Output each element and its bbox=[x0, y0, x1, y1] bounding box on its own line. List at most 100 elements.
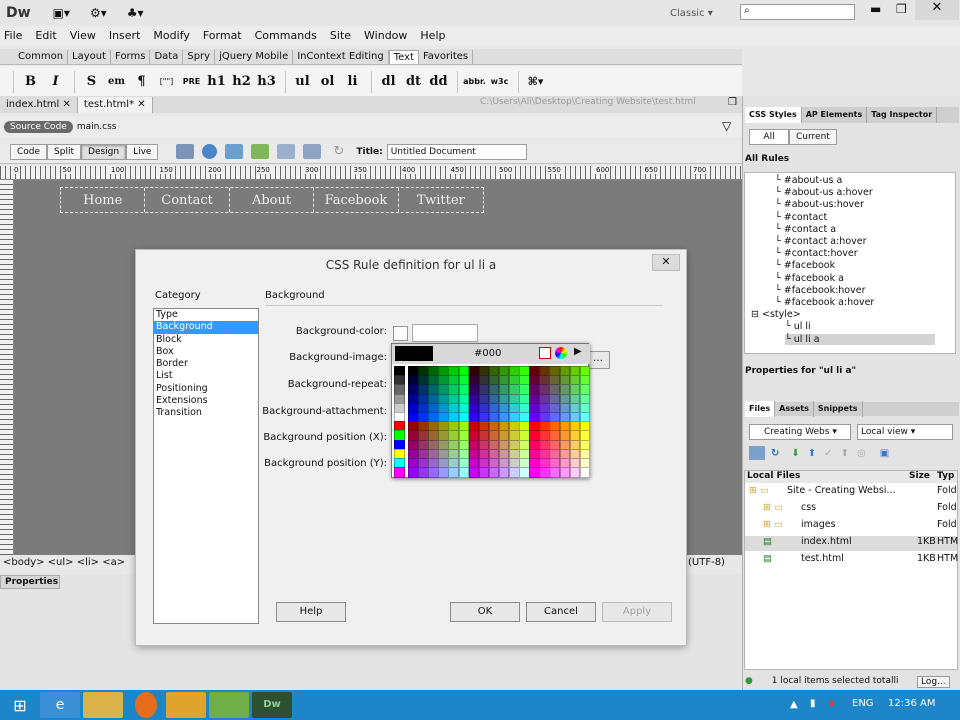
blockquote-button[interactable]: [""] bbox=[155, 77, 178, 86]
color-swatch[interactable] bbox=[488, 467, 500, 478]
lang-indicator[interactable]: ENG bbox=[852, 698, 874, 709]
nav-facebook[interactable]: Facebook bbox=[314, 188, 399, 212]
file-management-icon[interactable] bbox=[225, 144, 244, 159]
network-icon[interactable]: ▮ bbox=[810, 698, 816, 709]
browser-compat-icon[interactable] bbox=[303, 144, 322, 159]
italic-button[interactable]: I bbox=[44, 74, 67, 89]
ol-button[interactable]: ol bbox=[316, 74, 339, 89]
color-swatch[interactable] bbox=[519, 467, 530, 478]
visual-aids-icon[interactable] bbox=[277, 144, 296, 159]
color-swatch[interactable] bbox=[549, 467, 560, 478]
gear-icon[interactable]: ⚙▾ bbox=[90, 6, 107, 20]
no-color-icon[interactable] bbox=[539, 347, 551, 359]
dreamweaver-icon[interactable]: Dw bbox=[252, 692, 292, 718]
refresh-icon[interactable]: ↻ bbox=[333, 144, 344, 159]
filter-icon[interactable]: ▽ bbox=[722, 119, 731, 133]
ie-icon[interactable]: e bbox=[40, 692, 80, 718]
css-rule-item[interactable]: └ #about-us a bbox=[775, 175, 842, 186]
code-view-button[interactable]: Code bbox=[10, 143, 48, 160]
explorer-icon[interactable] bbox=[83, 692, 123, 718]
w3c-validation-icon[interactable] bbox=[251, 144, 270, 159]
css-rule-item[interactable]: └ #contact a:hover bbox=[775, 236, 867, 247]
view-select[interactable]: Local view ▾ bbox=[857, 424, 953, 440]
tab-tag-inspector[interactable]: Tag Inspector bbox=[867, 107, 938, 123]
css-rule-item[interactable]: └ ul li a bbox=[785, 333, 935, 345]
restore-doc-icon[interactable]: ❐ bbox=[728, 97, 737, 108]
menu-edit[interactable]: Edit bbox=[35, 29, 56, 42]
color-swatch[interactable] bbox=[529, 467, 540, 478]
nav-about[interactable]: About bbox=[230, 188, 315, 212]
color-swatch[interactable] bbox=[498, 467, 510, 478]
category-positioning[interactable]: Positioning bbox=[154, 383, 258, 395]
start-icon[interactable]: ⊞ bbox=[0, 691, 40, 719]
system-color-picker-icon[interactable] bbox=[555, 347, 567, 359]
category-border[interactable]: Border bbox=[154, 358, 258, 370]
css-rule-item[interactable]: └ #about-us:hover bbox=[775, 199, 864, 210]
menu-site[interactable]: Site bbox=[330, 29, 351, 42]
site-icon[interactable]: ♣▾ bbox=[127, 6, 144, 20]
close-button[interactable]: ✕ bbox=[915, 0, 959, 20]
category-type[interactable]: Type bbox=[154, 309, 258, 321]
tab-css-styles[interactable]: CSS Styles bbox=[745, 107, 802, 123]
insert-tab-data[interactable]: Data bbox=[150, 49, 184, 64]
close-icon[interactable]: ✕ bbox=[63, 99, 71, 110]
acronym-button[interactable]: w3c bbox=[488, 77, 511, 86]
col-size[interactable]: Size bbox=[909, 471, 930, 481]
category-list-item[interactable]: List bbox=[154, 370, 258, 382]
h2-button[interactable]: h2 bbox=[230, 74, 253, 89]
color-swatch[interactable] bbox=[509, 467, 520, 478]
nav-menu[interactable]: Home Contact About Facebook Twitter bbox=[60, 187, 484, 213]
characters-dropdown-icon[interactable]: ⌘▾ bbox=[524, 75, 547, 88]
split-view-button[interactable]: Split bbox=[47, 143, 82, 160]
all-rules-button[interactable]: All bbox=[749, 129, 789, 145]
help-button[interactable]: Help bbox=[276, 602, 346, 622]
ok-button[interactable]: OK bbox=[450, 602, 520, 622]
tab-assets[interactable]: Assets bbox=[775, 401, 814, 417]
preview-browser-icon[interactable] bbox=[202, 144, 218, 159]
color-swatch[interactable] bbox=[569, 467, 581, 478]
css-rule-item[interactable]: └ #facebook a:hover bbox=[775, 297, 874, 308]
design-view-button[interactable]: Design bbox=[81, 143, 127, 160]
category-box[interactable]: Box bbox=[154, 346, 258, 358]
tag-path[interactable]: <body> <ul> <li> <a> bbox=[3, 557, 125, 568]
restore-button[interactable]: ❐ bbox=[896, 2, 907, 16]
category-block[interactable]: Block bbox=[154, 334, 258, 346]
close-icon[interactable]: ✕ bbox=[652, 254, 680, 271]
workspace-switcher[interactable]: Classic ▾ bbox=[670, 8, 713, 19]
layout-icon[interactable]: ▣▾ bbox=[53, 6, 70, 20]
menu-commands[interactable]: Commands bbox=[255, 29, 317, 42]
file-row[interactable]: ⊞ ▭ css Fold bbox=[745, 502, 957, 517]
bold-button[interactable]: B bbox=[19, 74, 42, 89]
color-swatch[interactable] bbox=[394, 467, 405, 478]
color-swatch[interactable] bbox=[408, 467, 419, 478]
color-swatch[interactable] bbox=[539, 467, 550, 478]
media-icon[interactable] bbox=[166, 692, 206, 718]
menu-format[interactable]: Format bbox=[203, 29, 242, 42]
css-rule-item[interactable]: └ #about-us a:hover bbox=[775, 187, 873, 198]
li-button[interactable]: li bbox=[341, 74, 364, 89]
file-row[interactable]: ▤ index.html 1KB HTM bbox=[745, 536, 958, 551]
menu-view[interactable]: View bbox=[70, 29, 96, 42]
css-rule-item[interactable]: ⊟ <style> bbox=[751, 309, 801, 320]
menu-help[interactable]: Help bbox=[420, 29, 445, 42]
css-rule-item[interactable]: └ #contact:hover bbox=[775, 248, 858, 259]
menu-file[interactable]: File bbox=[4, 29, 22, 42]
site-select[interactable]: Creating Webs ▾ bbox=[749, 424, 851, 440]
source-code-button[interactable]: Source Code bbox=[4, 121, 73, 133]
dt-button[interactable]: dt bbox=[402, 74, 425, 89]
col-local-files[interactable]: Local Files bbox=[747, 471, 800, 481]
connect-icon[interactable] bbox=[749, 446, 765, 460]
nav-contact[interactable]: Contact bbox=[145, 188, 230, 212]
insert-tab-jquery-mobile[interactable]: jQuery Mobile bbox=[215, 49, 294, 64]
em-button[interactable]: em bbox=[105, 76, 128, 87]
h3-button[interactable]: h3 bbox=[255, 74, 278, 89]
cancel-button[interactable]: Cancel bbox=[526, 602, 596, 622]
insert-tab-incontext[interactable]: InContext Editing bbox=[293, 49, 389, 64]
color-swatch[interactable] bbox=[458, 467, 470, 478]
css-rule-item[interactable]: └ #facebook:hover bbox=[775, 285, 866, 296]
get-files-icon[interactable]: ⬇ bbox=[791, 448, 799, 459]
flag-icon[interactable]: ▪ bbox=[828, 698, 835, 709]
properties-tab[interactable]: Properties bbox=[0, 575, 60, 589]
checkout-icon[interactable]: ✓ bbox=[824, 448, 832, 459]
menu-modify[interactable]: Modify bbox=[153, 29, 189, 42]
